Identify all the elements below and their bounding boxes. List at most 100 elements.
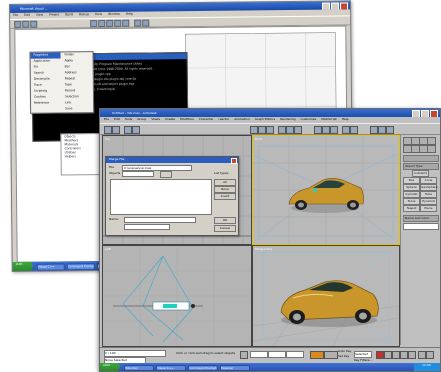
autokey-label: Auto Key <box>338 349 352 353</box>
torus-button[interactable]: Torus <box>403 198 420 205</box>
scale-icon[interactable] <box>294 126 302 134</box>
set-key-button[interactable] <box>324 351 338 359</box>
paste-icon[interactable] <box>106 19 114 27</box>
timeline-slider[interactable]: 0 / 100 <box>104 350 166 357</box>
viewport-front[interactable]: Front <box>252 135 400 245</box>
y-coordinate-field[interactable] <box>268 351 286 358</box>
select-by-name-icon[interactable] <box>258 126 266 134</box>
zoom-icon[interactable] <box>418 351 426 359</box>
next-frame-icon[interactable] <box>400 351 408 359</box>
cut-icon[interactable] <box>90 20 98 28</box>
angle-snap-icon[interactable] <box>322 126 330 134</box>
material-editor-icon[interactable] <box>370 126 378 134</box>
context-menu-column-right: Folder Apply Bar Address Repeat Type Rec… <box>62 52 93 112</box>
percent-snap-icon[interactable] <box>330 126 338 134</box>
redo-icon[interactable] <box>112 126 120 134</box>
geosphere-button[interactable]: GeoSphere <box>420 184 438 191</box>
play-icon[interactable] <box>392 351 400 359</box>
redo-icon[interactable] <box>122 19 130 27</box>
save-icon[interactable] <box>30 20 38 28</box>
close-button[interactable] <box>430 110 438 117</box>
lock-icon[interactable] <box>240 351 248 359</box>
go-to-start-icon[interactable] <box>376 351 384 359</box>
new-file-icon[interactable] <box>14 20 22 28</box>
minimize-button[interactable] <box>412 110 420 117</box>
z-coordinate-field[interactable] <box>286 351 304 358</box>
taskbar-button[interactable]: Visual C++ <box>156 365 186 371</box>
taskbar-button[interactable]: Explorer <box>220 365 250 371</box>
open-folder-icon[interactable] <box>22 20 30 28</box>
pan-icon[interactable] <box>426 351 434 359</box>
taskbar-button[interactable]: Command Prompt <box>66 263 95 271</box>
cancel-button[interactable]: Cancel <box>214 225 236 232</box>
x-coordinate-field[interactable] <box>250 351 268 358</box>
taskbar-button[interactable]: Command Prompt <box>188 365 218 371</box>
auto-key-button[interactable] <box>310 351 324 359</box>
object-name-field[interactable] <box>403 223 439 230</box>
mirror-icon[interactable] <box>342 126 350 134</box>
build-icon[interactable] <box>134 19 142 27</box>
teapot-button[interactable]: Teapot <box>403 205 420 212</box>
ok-button[interactable]: OK <box>214 217 236 224</box>
filter-field[interactable] <box>122 171 154 177</box>
viewport-label[interactable]: Top <box>105 137 110 141</box>
region-select-icon[interactable] <box>266 126 274 134</box>
cone-button[interactable]: Cone <box>420 177 437 184</box>
viewport-left[interactable]: Left <box>102 245 252 347</box>
tube-button[interactable]: Tube <box>420 191 437 198</box>
sphere-button[interactable]: Sphere <box>403 184 420 191</box>
autogrid-checkbox[interactable]: AutoGrid <box>412 170 429 177</box>
unlink-icon[interactable] <box>132 126 140 134</box>
go-to-end-icon[interactable] <box>408 351 416 359</box>
motion-tab-icon[interactable] <box>427 137 436 145</box>
menu-item[interactable]: Reference <box>31 100 61 106</box>
link-icon[interactable] <box>124 126 132 134</box>
copy-icon[interactable] <box>98 19 106 28</box>
all-button[interactable]: All <box>214 179 236 186</box>
cylinder-button[interactable]: Cylinder <box>403 191 420 198</box>
main-toolbar <box>100 123 440 135</box>
category-dropdown[interactable] <box>403 155 439 162</box>
run-icon[interactable] <box>142 19 150 27</box>
previous-frame-icon[interactable] <box>384 351 392 359</box>
close-icon[interactable] <box>231 158 237 164</box>
plane-button[interactable]: Plane <box>420 205 437 212</box>
viewport-label[interactable]: Left <box>105 247 111 251</box>
key-filters-label[interactable]: Key Filters... <box>354 358 372 362</box>
move-icon[interactable] <box>278 126 286 134</box>
menu-item[interactable]: Save <box>62 106 92 112</box>
pyramid-button[interactable]: Pyramid <box>420 198 437 205</box>
rotate-icon[interactable] <box>286 126 294 134</box>
selected-dropdown[interactable]: Selected <box>354 351 372 358</box>
viewport-perspective[interactable]: Perspective <box>252 245 400 347</box>
start-button[interactable]: start <box>12 261 33 271</box>
viewport-top[interactable]: Top Merge File File C:\scenes\car.max Ob… <box>102 135 252 245</box>
merge-dialog: Merge File File C:\scenes\car.max Object… <box>105 156 239 236</box>
taskbar-button[interactable]: Visual C++ <box>36 263 65 271</box>
filter-icon[interactable] <box>160 171 172 178</box>
start-button[interactable]: start <box>100 363 120 371</box>
name-field[interactable] <box>124 217 196 223</box>
context-menu-column-left: Fragment Application Fill Search Decompi… <box>30 52 62 106</box>
render-scene-icon[interactable] <box>378 126 386 134</box>
invert-button[interactable]: Invert <box>214 193 236 200</box>
undo-icon[interactable] <box>104 126 112 134</box>
snap-icon[interactable] <box>314 126 322 134</box>
viewport-label[interactable]: Perspective <box>255 247 272 251</box>
ide-title: Microsoft Visual ... <box>20 6 48 11</box>
viewport-label[interactable]: Front <box>255 137 263 141</box>
object-type-rollout[interactable]: Object Type <box>403 163 439 170</box>
none-button[interactable]: None <box>214 186 236 193</box>
cameras-icon[interactable] <box>427 145 436 153</box>
undo-icon[interactable] <box>114 19 122 27</box>
object-list[interactable] <box>110 179 212 215</box>
system-tray: 12:00 <box>414 363 440 371</box>
name-color-rollout[interactable]: Name and Color <box>403 215 439 222</box>
maximize-button[interactable] <box>421 110 429 117</box>
align-icon[interactable] <box>350 126 358 134</box>
type-field[interactable] <box>124 224 170 230</box>
select-icon[interactable] <box>250 126 258 134</box>
box-button[interactable]: Box <box>403 177 420 184</box>
quick-render-icon[interactable] <box>386 126 394 134</box>
taskbar-button[interactable]: 3ds max <box>124 365 154 371</box>
